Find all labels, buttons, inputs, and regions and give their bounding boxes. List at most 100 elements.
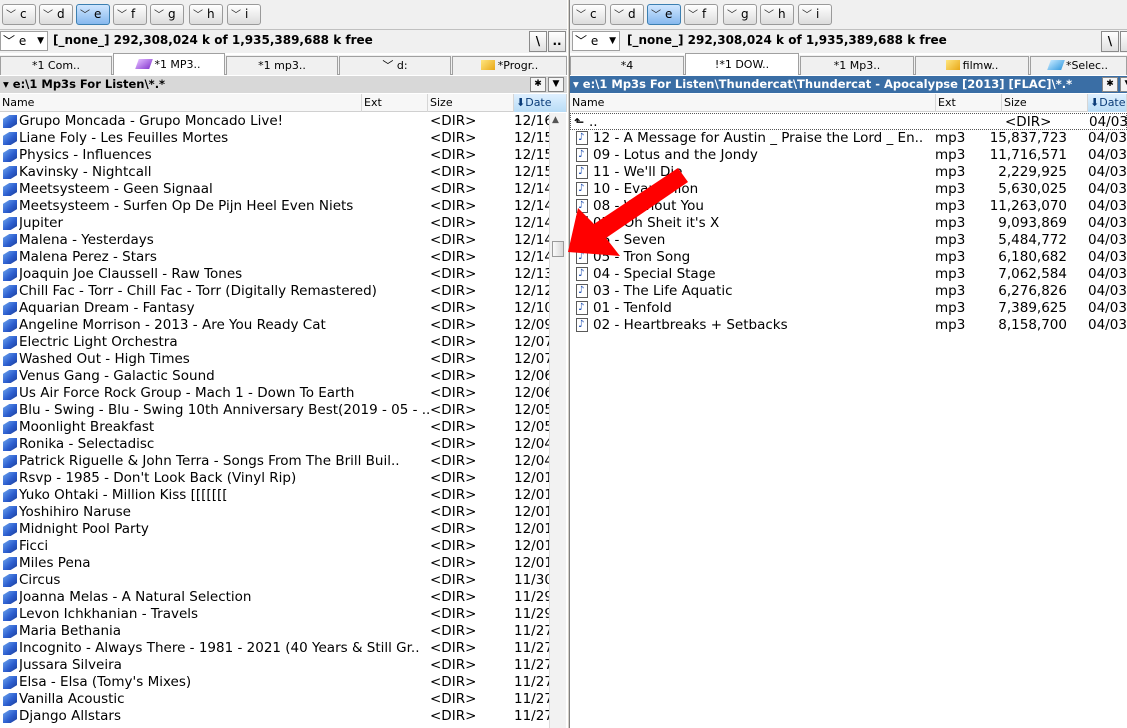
tab-mp3-active[interactable]: *1 MP3.. <box>113 53 225 75</box>
list-item[interactable]: Grupo Moncada - Grupo Moncado Live! <DIR>… <box>0 113 567 130</box>
list-item[interactable]: 11 - We'll Die mp3 2,229,925 04/03/ <box>570 164 1127 181</box>
list-item[interactable]: Chill Fac - Torr - Chill Fac - Torr (Dig… <box>0 283 567 300</box>
list-item[interactable]: Incognito - Always There - 1981 - 2021 (… <box>0 640 567 657</box>
list-item[interactable]: Blu - Swing - Blu - Swing 10th Anniversa… <box>0 402 567 419</box>
list-item[interactable]: Venus Gang - Galactic Sound <DIR> 12/06 <box>0 368 567 385</box>
scrollbar-thumb[interactable] <box>552 241 564 257</box>
list-item[interactable]: 06 - Seven mp3 5,484,772 04/03/ <box>570 232 1127 249</box>
list-item[interactable]: Rsvp - 1985 - Don't Look Back (Vinyl Rip… <box>0 470 567 487</box>
asterisk-icon[interactable]: ✱ <box>530 77 546 92</box>
file-name: Us Air Force Rock Group - Mach 1 - Down … <box>19 385 355 401</box>
tab-4[interactable]: *4 <box>570 56 684 75</box>
list-item[interactable]: 03 - The Life Aquatic mp3 6,276,826 04/03/ <box>570 283 1127 300</box>
column-name[interactable]: Name <box>0 94 362 112</box>
drive-button-d[interactable]: ﹀ d <box>39 4 73 25</box>
list-item[interactable]: Yoshihiro Naruse <DIR> 12/01 <box>0 504 567 521</box>
folder-icon <box>3 523 17 536</box>
list-item[interactable]: Physics - Influences <DIR> 12/15 <box>0 147 567 164</box>
list-item[interactable]: Washed Out - High Times <DIR> 12/07 <box>0 351 567 368</box>
drive-button-g[interactable]: ﹀ g <box>150 4 184 25</box>
tab-downloads-active[interactable]: !*1 DOW.. <box>685 53 799 75</box>
drive-select[interactable]: ﹀ e ▼ <box>0 31 48 51</box>
tab-mp3[interactable]: *1 mp3.. <box>226 56 338 75</box>
drive-button-g[interactable]: ﹀ g <box>723 4 757 25</box>
list-item[interactable]: Patrick Riguelle & John Terra - Songs Fr… <box>0 453 567 470</box>
drive-button-f[interactable]: ﹀ f <box>113 4 147 25</box>
list-item[interactable]: Ronika - Selectadisc <DIR> 12/04 <box>0 436 567 453</box>
column-size[interactable]: Size <box>1002 94 1088 112</box>
right-path-bar[interactable]: ▾ e:\1 Mp3s For Listen\Thundercat\Thunde… <box>570 76 1127 93</box>
list-item[interactable]: Vanilla Acoustic <DIR> 11/27 <box>0 691 567 708</box>
tab-selected[interactable]: *Selec.. <box>1030 56 1127 75</box>
list-item[interactable]: Jupiter <DIR> 12/14 <box>0 215 567 232</box>
list-item[interactable]: 12 - A Message for Austin _ Praise the L… <box>570 130 1127 147</box>
list-item[interactable]: Levon Ichkhanian - Travels <DIR> 11/29 <box>0 606 567 623</box>
tab-d-drive[interactable]: ﹀ d: <box>339 56 451 75</box>
tab-mp3[interactable]: *1 Mp3.. <box>800 56 914 75</box>
folder-icon <box>3 251 17 264</box>
list-item[interactable]: Us Air Force Rock Group - Mach 1 - Down … <box>0 385 567 402</box>
asterisk-icon[interactable]: ✱ <box>1102 77 1118 92</box>
tab-filmw[interactable]: filmw.. <box>915 56 1029 75</box>
scroll-up-icon[interactable]: ▲ <box>552 115 559 125</box>
list-item[interactable]: 07 - Oh Sheit it's X mp3 9,093,869 04/03/ <box>570 215 1127 232</box>
list-item[interactable]: Electric Light Orchestra <DIR> 12/07 <box>0 334 567 351</box>
list-item[interactable]: Meetsysteem - Surfen Op De Pijn Heel Eve… <box>0 198 567 215</box>
column-date-sorted[interactable]: ⬇Date <box>514 94 567 112</box>
list-item[interactable]: Joaquin Joe Claussell - Raw Tones <DIR> 12… <box>0 266 567 283</box>
drive-button-c[interactable]: ﹀ c <box>572 4 606 25</box>
root-dir-button[interactable]: \ <box>1101 31 1119 52</box>
column-size[interactable]: Size <box>428 94 514 112</box>
drive-button-i[interactable]: ﹀ i <box>227 4 261 25</box>
list-item[interactable]: Elsa - Elsa (Tomy's Mixes) <DIR> 11/27 <box>0 674 567 691</box>
list-item[interactable]: 05 - Tron Song mp3 6,180,682 04/03/ <box>570 249 1127 266</box>
tab-com[interactable]: *1 Com.. <box>0 56 112 75</box>
column-name[interactable]: Name <box>570 94 936 112</box>
root-dir-button[interactable]: \ <box>529 31 547 52</box>
list-item[interactable]: 04 - Special Stage mp3 7,062,584 04/03/ <box>570 266 1127 283</box>
list-item[interactable]: 02 - Heartbreaks + Setbacks mp3 8,158,700 0… <box>570 317 1127 334</box>
list-item[interactable]: Kavinsky - Nightcall <DIR> 12/15 <box>0 164 567 181</box>
drive-button-e[interactable]: ﹀ e <box>647 4 681 25</box>
list-item[interactable]: 08 - Without You mp3 11,263,070 04/03/ <box>570 198 1127 215</box>
list-item[interactable]: 01 - Tenfold mp3 7,389,625 04/03/ <box>570 300 1127 317</box>
left-vertical-scrollbar[interactable]: ▲ <box>549 113 566 728</box>
list-item[interactable]: Liane Foly - Les Feuilles Mortes <DIR> 12/… <box>0 130 567 147</box>
list-item[interactable]: Angeline Morrison - 2013 - Are You Ready… <box>0 317 567 334</box>
parent-dir-row[interactable]: ⬑ .. <DIR> 04/03/ <box>570 113 1127 130</box>
list-item[interactable]: Jussara Silveira <DIR> 11/27 <box>0 657 567 674</box>
column-ext[interactable]: Ext <box>936 94 1002 112</box>
history-dropdown-icon[interactable]: ▼ <box>548 77 564 92</box>
column-ext[interactable]: Ext <box>362 94 428 112</box>
parent-dir-button[interactable] <box>1120 31 1127 52</box>
drive-button-i[interactable]: ﹀ i <box>798 4 832 25</box>
column-date-sorted[interactable]: ⬇Date <box>1088 94 1127 112</box>
drive-button-e[interactable]: ﹀ e <box>76 4 110 25</box>
drive-button-f[interactable]: ﹀ f <box>684 4 718 25</box>
history-dropdown-icon[interactable]: ▼ <box>1120 77 1127 92</box>
left-path-bar[interactable]: ▾ e:\1 Mp3s For Listen\*.* ✱ ▼ <box>0 76 567 93</box>
drive-button-h[interactable]: ﹀ h <box>189 4 223 25</box>
file-name: Kavinsky - Nightcall <box>19 164 152 180</box>
list-item[interactable]: Midnight Pool Party <DIR> 12/01 <box>0 521 567 538</box>
tab-program-files[interactable]: *Progr.. <box>452 56 567 75</box>
list-item[interactable]: 09 - Lotus and the Jondy mp3 11,716,571 04/… <box>570 147 1127 164</box>
drive-button-h[interactable]: ﹀ h <box>760 4 794 25</box>
list-item[interactable]: Meetsysteem - Geen Signaal <DIR> 12/14 <box>0 181 567 198</box>
list-item[interactable]: Aquarian Dream - Fantasy <DIR> 12/10 <box>0 300 567 317</box>
parent-dir-button[interactable]: .. <box>548 31 566 52</box>
list-item[interactable]: Circus <DIR> 11/30 <box>0 572 567 589</box>
list-item[interactable]: Malena Perez - Stars <DIR> 12/14 <box>0 249 567 266</box>
list-item[interactable]: Ficci <DIR> 12/01 <box>0 538 567 555</box>
drive-button-d[interactable]: ﹀ d <box>610 4 644 25</box>
list-item[interactable]: 10 - Evangelion mp3 5,630,025 04/03/ <box>570 181 1127 198</box>
list-item[interactable]: Malena - Yesterdays <DIR> 12/14 <box>0 232 567 249</box>
drive-select[interactable]: ﹀ e ▼ <box>572 31 620 51</box>
list-item[interactable]: Maria Bethania <DIR> 11/27 <box>0 623 567 640</box>
list-item[interactable]: Miles Pena <DIR> 12/01 <box>0 555 567 572</box>
list-item[interactable]: Yuko Ohtaki - Million Kiss [[[[[[[<DIR> 1… <box>0 487 567 504</box>
list-item[interactable]: Joanna Melas - A Natural Selection <DIR> 1… <box>0 589 567 606</box>
list-item[interactable]: Moonlight Breakfast <DIR> 12/05 <box>0 419 567 436</box>
list-item[interactable]: Django Allstars <DIR> 11/27 <box>0 708 567 725</box>
drive-button-c[interactable]: ﹀ c <box>2 4 36 25</box>
